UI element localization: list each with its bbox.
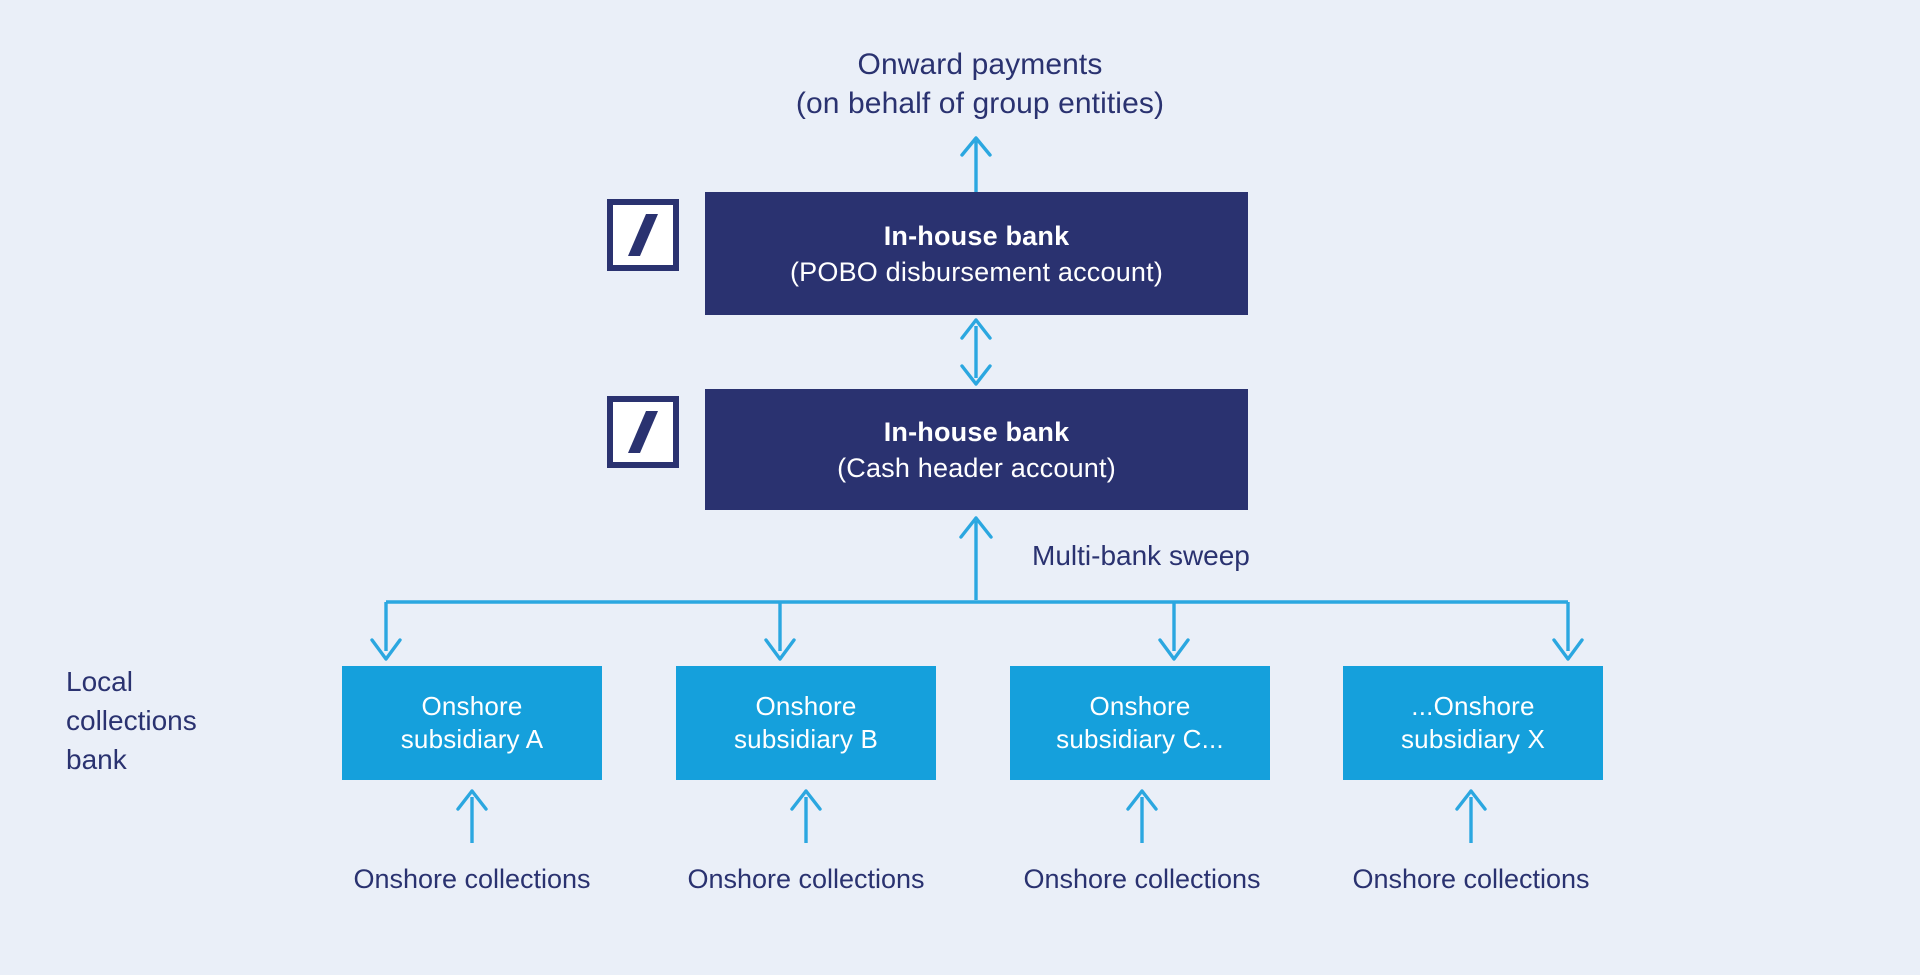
onshore-collections-label: Onshore collections (1352, 864, 1590, 894)
onward-payments-line2: (on behalf of group entities) (795, 87, 1165, 120)
onshore-subsidiary-line1: ...Onshore (1411, 691, 1535, 721)
onshore-subsidiary-line2: subsidiary A (400, 724, 544, 754)
local-collections-bank-line2: collections (66, 705, 197, 736)
arrow-multi-bank-sweep (959, 516, 993, 600)
arrow-between-banks (960, 318, 992, 386)
deutsche-bank-logo-icon (607, 396, 679, 468)
collection-arrow-4 (1455, 789, 1487, 843)
in-house-bank-cash-header-title: In-house bank (883, 416, 1070, 447)
local-collections-bank-label: Local collections bank (66, 662, 296, 779)
drop-leg-1 (370, 602, 402, 661)
collection-arrow-3 (1126, 789, 1158, 843)
local-collections-bank-line3: bank (66, 744, 127, 775)
collection-arrow-1 (456, 789, 488, 843)
onshore-subsidiary-line1: Onshore (421, 691, 523, 721)
onshore-subsidiary-box: Onshore subsidiary A (342, 666, 602, 780)
in-house-bank-pobo-box: In-house bank (POBO disbursement account… (705, 192, 1248, 315)
onshore-subsidiary-line2: subsidiary X (1400, 724, 1546, 754)
in-house-bank-pobo-title: In-house bank (883, 220, 1070, 251)
onshore-subsidiary-box: Onshore subsidiary C... (1010, 666, 1270, 780)
drop-leg-2 (764, 602, 796, 661)
onshore-subsidiary-line2: subsidiary C... (1056, 724, 1224, 754)
onshore-subsidiary-line1: Onshore (755, 691, 857, 721)
onshore-subsidiary-line1: Onshore (1089, 691, 1191, 721)
deutsche-bank-logo-icon (607, 199, 679, 271)
local-collections-bank-line1: Local (66, 666, 133, 697)
flow-diagram: Onward payments (on behalf of group enti… (0, 0, 1920, 975)
in-house-bank-pobo-subtitle: (POBO disbursement account) (789, 256, 1164, 287)
onshore-subsidiary-line2: subsidiary B (733, 724, 879, 754)
collection-arrow-2 (790, 789, 822, 843)
in-house-bank-cash-header-box: In-house bank (Cash header account) (705, 389, 1248, 510)
in-house-bank-cash-header-subtitle: (Cash header account) (837, 452, 1116, 483)
drop-leg-4 (1552, 602, 1584, 661)
drop-leg-3 (1158, 602, 1190, 661)
onward-payments-caption: Onward payments (on behalf of group enti… (0, 45, 1920, 123)
onshore-subsidiary-box: ...Onshore subsidiary X (1343, 666, 1603, 780)
arrow-onward-payments (960, 136, 992, 192)
onshore-subsidiary-box: Onshore subsidiary B (676, 666, 936, 780)
onward-payments-line1: Onward payments (857, 48, 1103, 81)
multi-bank-sweep-label: Multi-bank sweep (1032, 540, 1250, 571)
